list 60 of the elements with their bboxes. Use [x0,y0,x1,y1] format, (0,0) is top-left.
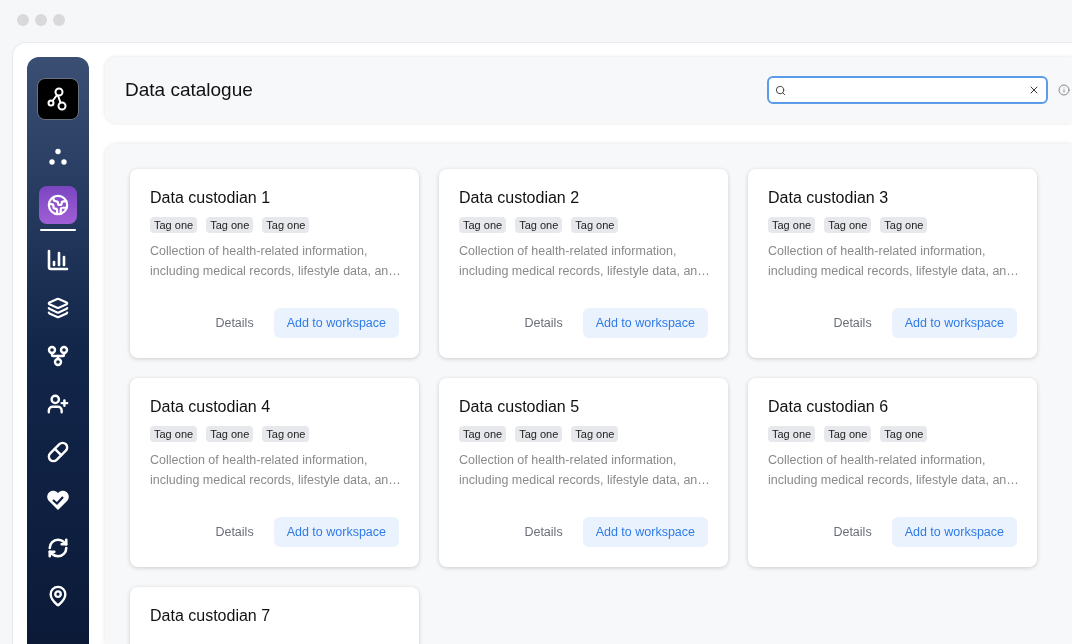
heart-check-icon [46,489,70,511]
card-title: Data custodian 7 [150,606,272,626]
tag: Tag one [459,426,507,442]
card-title: Data custodian 3 [768,188,890,208]
sidebar-item[interactable] [39,186,77,224]
card-title: Data custodian 4 [150,397,272,417]
card-description: Collection of health-related information, including medical records, lifestyle data, an… [459,243,711,280]
tag: Tag one [571,217,619,233]
globe-icon [47,194,69,216]
details-button[interactable]: Details [520,308,567,338]
tag: Tag one [459,217,507,233]
add-to-workspace-button[interactable]: Add to workspace [891,517,1017,547]
dots-icon [48,148,68,166]
details-button[interactable]: Details [829,308,876,338]
card-title: Data custodian 1 [150,188,272,208]
tag: Tag one [824,426,872,442]
add-to-workspace-button[interactable]: Add to workspace [582,517,708,547]
add-to-workspace-button[interactable]: Add to workspace [891,308,1017,338]
search-icon [775,84,786,96]
card-description: Collection of health-related information, including medical records, lifestyle data, an… [150,452,402,489]
chart-icon [46,248,70,272]
selected-indicator [40,229,76,231]
page-title: Data catalogue [125,77,254,102]
user-plus-icon [47,393,69,415]
card-description: Collection of health-related information, including medical records, lifestyle data, an… [150,243,402,280]
tag: Tag one [262,217,310,233]
branch-icon [46,344,70,368]
clear-icon[interactable] [1028,84,1040,96]
tag: Tag one [206,426,254,442]
location-pin-icon [47,585,69,607]
tag: Tag one [880,426,928,442]
add-to-workspace-button[interactable]: Add to workspace [582,308,708,338]
layers-icon [47,297,69,319]
app-logo[interactable] [37,78,79,120]
tag: Tag one [262,426,310,442]
add-to-workspace-button[interactable]: Add to workspace [273,308,399,338]
sync-icon [47,537,69,559]
tag: Tag one [150,426,198,442]
card-description: Collection of health-related information, including medical records, lifestyle data, an… [768,243,1020,280]
card-title: Data custodian 5 [459,397,581,417]
tag: Tag one [571,426,619,442]
details-button[interactable]: Details [211,308,258,338]
card-description: Collection of health-related information, including medical records, lifestyle data, an… [768,452,1020,489]
details-button[interactable]: Details [211,517,258,547]
pill-icon [47,441,69,463]
tag: Tag one [515,217,563,233]
details-button[interactable]: Details [520,517,567,547]
tag: Tag one [150,217,198,233]
tag: Tag one [880,217,928,233]
tag: Tag one [206,217,254,233]
search-field[interactable] [767,76,1048,104]
tag: Tag one [768,217,816,233]
tag: Tag one [768,426,816,442]
card-description: Collection of health-related information, including medical records, lifestyle data, an… [459,452,711,489]
tag: Tag one [824,217,872,233]
card-title: Data custodian 2 [459,188,581,208]
add-to-workspace-button[interactable]: Add to workspace [273,517,399,547]
card-title: Data custodian 6 [768,397,890,417]
details-button[interactable]: Details [829,517,876,547]
tag: Tag one [515,426,563,442]
